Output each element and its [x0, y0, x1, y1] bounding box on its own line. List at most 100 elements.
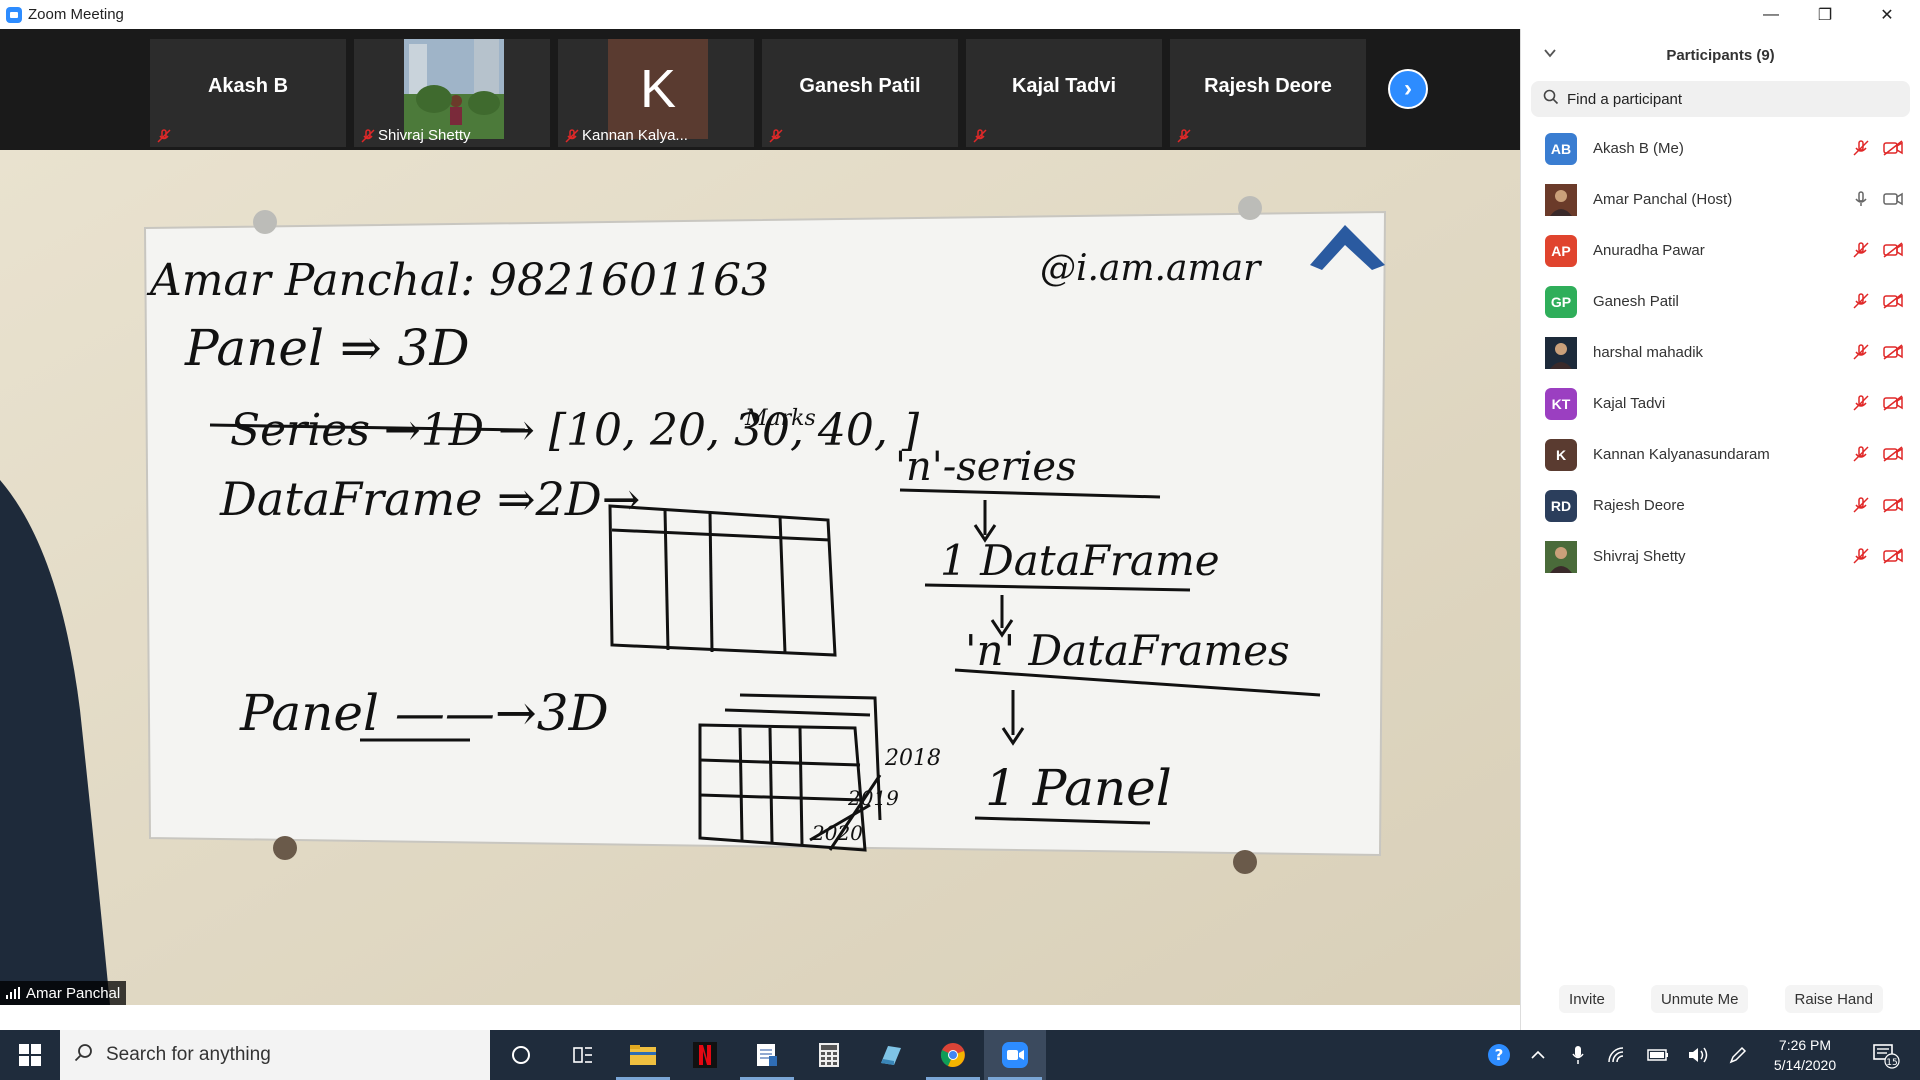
- participant-name: Kajal Tadvi: [1593, 395, 1666, 412]
- wb-line3: DataFrame ⇒2D→: [219, 472, 640, 526]
- windows-logo-icon: [19, 1044, 41, 1066]
- video-off-icon: [1882, 241, 1904, 264]
- whiteboard-scene: Amar Panchal: 9821601163 @i.am.amar Pane…: [0, 150, 1520, 1005]
- collapse-chevron-icon[interactable]: [1543, 46, 1557, 63]
- video-tile-ganesh[interactable]: Ganesh Patil: [762, 39, 958, 147]
- mic-muted-icon: [1852, 139, 1870, 162]
- taskbar-clock[interactable]: 7:26 PM 5/14/2020: [1760, 1030, 1850, 1080]
- video-tile-kannan[interactable]: K Kannan Kalya...: [558, 39, 754, 147]
- raise-hand-button[interactable]: Raise Hand: [1784, 985, 1883, 1013]
- action-center-icon[interactable]: 15: [1862, 1030, 1910, 1080]
- mic-muted-icon: [1852, 496, 1870, 519]
- wb-right2: 1 DataFrame: [940, 536, 1220, 585]
- tile-name: Kajal Tadvi: [1011, 75, 1117, 97]
- video-tile-rajesh[interactable]: Rajesh Deore: [1170, 39, 1366, 147]
- window-title: Zoom Meeting: [28, 6, 124, 23]
- taskbar-search-input[interactable]: Search for anything: [60, 1030, 490, 1080]
- participant-status-icons: [1852, 190, 1904, 213]
- gallery-strip: Akash B Shivraj Shetty K Kannan Kalya...…: [0, 29, 1520, 150]
- invite-button[interactable]: Invite: [1559, 985, 1615, 1013]
- mic-muted-icon: [156, 128, 172, 144]
- mic-muted-icon: [1176, 128, 1192, 144]
- pen-icon[interactable]: [1724, 1030, 1752, 1080]
- wb-line1: Panel ⇒ 3D: [184, 319, 470, 377]
- avatar: RD: [1545, 489, 1577, 522]
- app-icon[interactable]: [860, 1030, 922, 1080]
- participant-search-input[interactable]: Find a participant: [1531, 81, 1910, 117]
- participant-name: Rajesh Deore: [1593, 497, 1685, 514]
- help-icon[interactable]: ?: [1484, 1030, 1514, 1080]
- search-placeholder: Find a participant: [1567, 90, 1683, 108]
- participant-row[interactable]: RD Rajesh Deore: [1521, 480, 1920, 531]
- wb-handle: @i.am.amar: [1040, 248, 1262, 289]
- clock-time: 7:26 PM: [1778, 1037, 1832, 1053]
- wb-year3: 2020: [811, 821, 863, 845]
- panel-footer: Invite Unmute Me Raise Hand: [1521, 985, 1920, 1013]
- participant-row[interactable]: AB Akash B (Me): [1521, 123, 1920, 174]
- participants-header: Participants (9): [1521, 29, 1920, 81]
- avatar: [1545, 540, 1577, 573]
- participant-name: Amar Panchal (Host): [1593, 191, 1733, 208]
- battery-icon[interactable]: [1644, 1030, 1672, 1080]
- avatar: AB: [1545, 132, 1577, 165]
- tile-name: Ganesh Patil: [799, 75, 921, 97]
- search-icon: [74, 1043, 94, 1068]
- participant-row[interactable]: GP Ganesh Patil: [1521, 276, 1920, 327]
- avatar: [1545, 336, 1577, 369]
- tile-name: Shivraj Shetty: [378, 127, 471, 144]
- title-bar: Zoom Meeting — ❐ ✕: [0, 0, 1920, 29]
- mic-muted-icon: [1852, 394, 1870, 417]
- participant-row[interactable]: AP Anuradha Pawar: [1521, 225, 1920, 276]
- chrome-icon[interactable]: [922, 1030, 984, 1080]
- notepad-icon[interactable]: [736, 1030, 798, 1080]
- video-tile-akash[interactable]: Akash B: [150, 39, 346, 147]
- svg-text:?: ?: [1495, 1046, 1504, 1064]
- cortana-icon[interactable]: [490, 1030, 552, 1080]
- mic-muted-icon: [1852, 241, 1870, 264]
- mic-muted-icon: [1852, 445, 1870, 468]
- wifi-icon[interactable]: [1604, 1030, 1632, 1080]
- participant-status-icons: [1852, 139, 1904, 162]
- unmute-me-button[interactable]: Unmute Me: [1650, 985, 1749, 1013]
- participant-name: Ganesh Patil: [1593, 293, 1679, 310]
- calculator-icon[interactable]: [798, 1030, 860, 1080]
- search-icon: [1543, 89, 1559, 110]
- zoom-taskbar-icon[interactable]: [984, 1030, 1046, 1080]
- participant-photo: [404, 39, 504, 139]
- start-button[interactable]: [0, 1030, 60, 1080]
- show-hidden-icons-icon[interactable]: [1524, 1030, 1552, 1080]
- participant-row[interactable]: K Kannan Kalyanasundaram: [1521, 429, 1920, 480]
- speaker-name-label: Amar Panchal: [0, 981, 127, 1005]
- participant-list: AB Akash B (Me) Amar Panchal (Host) AP Anura…: [1521, 123, 1920, 582]
- avatar: K: [608, 39, 708, 139]
- microphone-icon[interactable]: [1564, 1030, 1592, 1080]
- mic-muted-icon: [1852, 547, 1870, 570]
- wb-right1: 'n'-series: [895, 444, 1077, 490]
- wb-year2: 2019: [847, 786, 899, 810]
- mic-muted-icon: [768, 128, 784, 144]
- wb-right4: 1 Panel: [985, 759, 1172, 817]
- wb-header: Amar Panchal: 9821601163: [146, 255, 769, 306]
- close-button[interactable]: ✕: [1860, 0, 1914, 29]
- avatar: [1545, 183, 1577, 216]
- participant-row[interactable]: KT Kajal Tadvi: [1521, 378, 1920, 429]
- participant-status-icons: [1852, 292, 1904, 315]
- volume-icon[interactable]: [1684, 1030, 1712, 1080]
- participant-row[interactable]: Amar Panchal (Host): [1521, 174, 1920, 225]
- participant-status-icons: [1852, 445, 1904, 468]
- restore-button[interactable]: ❐: [1798, 0, 1852, 29]
- participant-name: Kannan Kalyanasundaram: [1593, 446, 1770, 463]
- avatar: K: [1545, 438, 1577, 471]
- file-explorer-icon[interactable]: [612, 1030, 674, 1080]
- mic-muted-icon: [360, 128, 376, 144]
- participant-row[interactable]: harshal mahadik: [1521, 327, 1920, 378]
- next-page-button[interactable]: ›: [1388, 69, 1428, 109]
- video-tile-kajal[interactable]: Kajal Tadvi: [966, 39, 1162, 147]
- minimize-button[interactable]: —: [1744, 0, 1798, 29]
- task-view-icon[interactable]: [552, 1030, 614, 1080]
- video-tile-shivraj[interactable]: Shivraj Shetty: [354, 39, 550, 147]
- participant-row[interactable]: Shivraj Shetty: [1521, 531, 1920, 582]
- participant-status-icons: [1852, 241, 1904, 264]
- netflix-icon[interactable]: [674, 1030, 736, 1080]
- zoom-logo-icon: [6, 6, 22, 23]
